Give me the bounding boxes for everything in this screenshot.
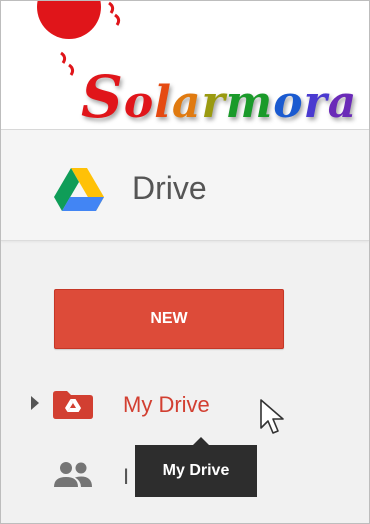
sidebar-item-my-drive[interactable]: My Drive [1,379,369,429]
logo-letter: o [273,77,304,128]
tooltip-pointer [193,437,209,445]
logo-letter: S [81,63,124,131]
solarmora-logo: Solarmora [81,63,357,131]
logo-letter: m [225,77,274,128]
drive-header: Drive [1,130,369,241]
logo-letter: a [327,77,358,128]
app-title: Drive [132,170,207,206]
site-logo-banner: Solarmora [1,1,369,131]
logo-letter: r [201,77,226,128]
new-button[interactable]: NEW [54,289,284,349]
mouse-cursor-icon [260,399,284,434]
logo-letter: r [303,77,328,128]
logo-letter: o [123,77,155,128]
google-drive-icon[interactable] [54,168,104,212]
shared-people-icon [54,462,92,487]
sidebar-item-label: I [123,464,130,489]
my-drive-folder-icon [53,391,93,419]
logo-letter: l [154,77,172,128]
sidebar-item-label: My Drive [123,392,210,417]
tooltip-text: My Drive [135,445,257,497]
app-window: Solarmora Drive NEW My Drive I My Drive [0,0,370,524]
logo-letter: a [171,77,202,128]
expand-arrow-icon[interactable] [31,396,39,410]
